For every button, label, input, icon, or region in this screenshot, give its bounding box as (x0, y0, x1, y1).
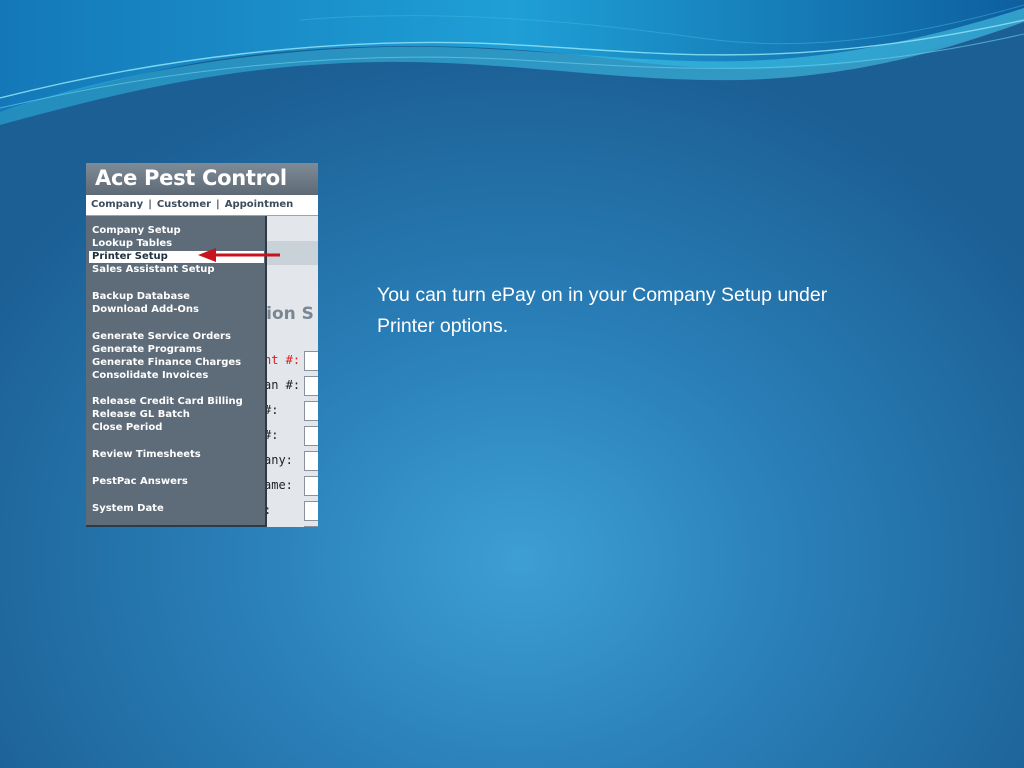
menu-item-generate-finance-charges[interactable]: Generate Finance Charges (92, 357, 241, 369)
decorative-wave-header (0, 0, 1024, 125)
menu-item-review-timesheets[interactable]: Review Timesheets (92, 449, 201, 461)
top-nav: Company | Customer | Appointmen (86, 195, 318, 216)
menu-item-sales-assistant-setup[interactable]: Sales Assistant Setup (92, 264, 215, 276)
form-input[interactable] (304, 376, 318, 396)
menu-item-download-add-ons[interactable]: Download Add-Ons (92, 304, 199, 316)
menu-item-backup-database[interactable]: Backup Database (92, 291, 190, 303)
slide-caption: You can turn ePay on in your Company Set… (377, 284, 828, 337)
nav-separator: | (216, 199, 220, 210)
nav-separator: | (148, 199, 152, 210)
form-input[interactable] (304, 351, 318, 371)
menu-item-generate-service-orders[interactable]: Generate Service Orders (92, 331, 231, 343)
menu-item-system-date[interactable]: System Date (92, 503, 164, 515)
nav-customer[interactable]: Customer (157, 195, 211, 215)
app-screenshot: Ace Pest Control Company | Customer | Appoin… (86, 163, 318, 527)
menu-item-lookup-tables[interactable]: Lookup Tables (92, 238, 172, 250)
app-title: Ace Pest Control (95, 166, 287, 190)
form-input[interactable] (304, 476, 318, 496)
nav-company[interactable]: Company (86, 195, 143, 215)
menu-item-release-gl-batch[interactable]: Release GL Batch (92, 409, 190, 421)
form-input[interactable] (304, 401, 318, 421)
nav-appointments[interactable]: Appointmen (225, 195, 294, 215)
form-input[interactable] (304, 526, 318, 527)
form-label: an #: (264, 378, 301, 392)
form-input[interactable] (304, 426, 318, 446)
red-arrow-icon (198, 248, 280, 262)
app-header: Ace Pest Control (86, 163, 318, 195)
form-input[interactable] (304, 501, 318, 521)
menu-item-close-period[interactable]: Close Period (92, 422, 162, 434)
form-label: ame: (264, 478, 293, 492)
form-label: any: (264, 453, 293, 467)
menu-item-consolidate-invoices[interactable]: Consolidate Invoices (92, 370, 208, 382)
menu-item-company-setup[interactable]: Company Setup (92, 225, 181, 237)
menu-item-pestpac-answers[interactable]: PestPac Answers (92, 476, 188, 488)
menu-item-release-credit-card-billing[interactable]: Release Credit Card Billing (92, 396, 243, 408)
form-label: nt #: (264, 353, 301, 367)
form-input[interactable] (304, 451, 318, 471)
menu-item-generate-programs[interactable]: Generate Programs (92, 344, 202, 356)
